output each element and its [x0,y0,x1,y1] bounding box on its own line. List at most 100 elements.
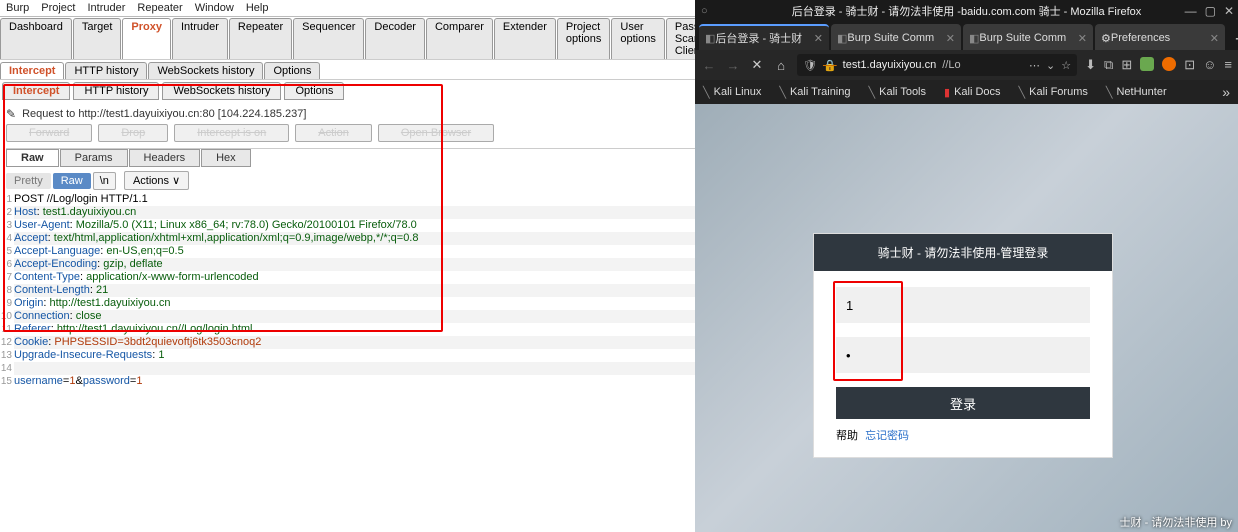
star-icon[interactable]: ☆ [1061,59,1071,72]
fmt-tab-raw[interactable]: Raw [6,149,59,167]
help-row: 帮助 忘记密码 [836,419,1090,447]
username-field[interactable] [836,287,1090,323]
drop-button[interactable]: Drop [98,124,168,142]
main-tab-project-options[interactable]: Project options [557,18,610,59]
page-footer-text: 士财 - 请勿法非使用 by [1120,514,1232,530]
menu-intruder[interactable]: Intruder [88,2,126,14]
bookmark-icon: ╲ [1106,86,1113,99]
hamburger-icon[interactable]: ≡ [1224,57,1232,73]
sidebar-icon[interactable]: ⊞ [1121,57,1132,73]
new-tab-button[interactable]: + [1227,29,1238,50]
close-tab-icon[interactable]: ✕ [1210,32,1219,45]
sub-tab-options[interactable]: Options [264,62,320,79]
browser-tab-0[interactable]: ◧ 后台登录 - 骑士财✕ [699,24,829,50]
main-tab-intruder[interactable]: Intruder [172,18,228,59]
browser-tab-2[interactable]: ◧ Burp Suite Comm✕ [963,24,1093,50]
forgot-password-link[interactable]: 忘记密码 [865,430,909,442]
main-tab-user-options[interactable]: User options [611,18,664,59]
menu-window[interactable]: Window [195,2,234,14]
url-host: test1.dayuixiyou.cn [843,59,937,71]
fmt-tab-params[interactable]: Params [60,149,128,167]
main-tab-decoder[interactable]: Decoder [365,18,425,59]
bookmark-kali-linux[interactable]: ╲Kali Linux [703,86,761,99]
main-tabs: DashboardTargetProxyIntruderRepeaterSequ… [0,16,695,59]
account-icon[interactable]: ☺ [1203,57,1216,73]
firefox-tabs: ◧ 后台登录 - 骑士财✕◧ Burp Suite Comm✕◧ Burp Su… [695,22,1238,50]
pretty-view-button[interactable]: Pretty [6,173,51,189]
actions-dropdown[interactable]: Actions ∨ [124,171,189,190]
main-tab-proxy[interactable]: Proxy [122,18,171,59]
ext-icon-2[interactable]: ⊡ [1184,57,1195,73]
burp-menu-bar: Burp Project Intruder Repeater Window He… [0,0,695,16]
bookmark-nethunter[interactable]: ╲NetHunter [1106,86,1167,99]
menu-project[interactable]: Project [41,2,75,14]
menu-repeater[interactable]: Repeater [137,2,182,14]
window-minimize-icon[interactable]: — [1185,4,1197,18]
browser-tab-3[interactable]: ⚙ Preferences✕ [1095,24,1225,50]
menu-help[interactable]: Help [246,2,269,14]
intercept-tab-http-history[interactable]: HTTP history [73,82,159,100]
nav-back-icon[interactable]: ← [701,58,717,73]
lock-strike-icon: 🔒 [823,59,837,72]
window-maximize-icon[interactable]: ▢ [1205,4,1216,18]
intercept-sub-tabs: InterceptHTTP historyWebSockets historyO… [0,79,695,104]
help-label: 帮助 [836,430,858,442]
download-icon[interactable]: ⬇ [1085,57,1096,73]
url-more-icon[interactable]: ⋯ [1029,59,1040,72]
bookmark-icon: ╲ [779,86,786,99]
proxy-sub-tabs: InterceptHTTP historyWebSockets historyO… [0,59,695,79]
url-path: //Lo [942,59,960,71]
action-button[interactable]: Action [295,124,372,142]
window-close-icon[interactable]: ✕ [1224,4,1234,18]
edit-icon[interactable]: ✎ [6,107,16,121]
password-field[interactable] [836,337,1090,373]
main-tab-extender[interactable]: Extender [494,18,556,59]
url-bar[interactable]: 🛡 🔒 test1.dayuixiyou.cn //Lo ⋯ ⌄ ☆ [797,54,1077,76]
close-tab-icon[interactable]: ✕ [814,32,823,45]
bookmark-kali-tools[interactable]: ╲Kali Tools [869,86,927,99]
sub-tab-http-history[interactable]: HTTP history [65,62,147,79]
ext-icon-1[interactable] [1140,57,1154,71]
open-browser-button[interactable]: Open Browser [378,124,494,142]
main-tab-comparer[interactable]: Comparer [426,18,493,59]
raw-view-button[interactable]: Raw [53,173,91,189]
tab-favicon-icon: ◧ [705,32,715,45]
bookmarks-more-icon[interactable]: » [1222,84,1230,100]
request-editor[interactable]: 123456789101112131415 POST //Log/login H… [0,193,695,388]
bookmark-icon: ╲ [1019,86,1026,99]
intercept-tab-intercept[interactable]: Intercept [2,82,70,100]
intercept-tab-options[interactable]: Options [284,82,344,100]
bookmark-kali-training[interactable]: ╲Kali Training [779,86,850,99]
tab-favicon-icon: ◧ [837,32,847,45]
browser-tab-1[interactable]: ◧ Burp Suite Comm✕ [831,24,961,50]
firefox-bookmarks: ╲Kali Linux ╲Kali Training ╲Kali Tools ▮Kal… [695,80,1238,104]
library-icon[interactable]: ⧉ [1104,57,1113,73]
bookmark-kali-docs[interactable]: ▮Kali Docs [944,86,1001,99]
main-tab-sequencer[interactable]: Sequencer [293,18,364,59]
main-tab-repeater[interactable]: Repeater [229,18,292,59]
sub-tab-intercept[interactable]: Intercept [0,62,64,79]
newline-toggle[interactable]: \n [93,172,116,190]
intercept-tab-websockets-history[interactable]: WebSockets history [162,82,281,100]
firefox-logo-icon: ○ [701,5,708,17]
nav-home-icon[interactable]: ⌂ [773,58,789,73]
bookmark-kali-forums[interactable]: ╲Kali Forums [1019,86,1088,99]
pocket-icon[interactable]: ⌄ [1046,59,1055,72]
shield-icon: 🛡 [803,59,817,72]
main-tab-target[interactable]: Target [73,18,122,59]
main-tab-dashboard[interactable]: Dashboard [0,18,72,59]
close-tab-icon[interactable]: ✕ [946,32,955,45]
login-button[interactable]: 登录 [836,387,1090,419]
intercept-toggle-button[interactable]: Intercept is on [174,124,289,142]
request-target-label: Request to http://test1.dayuixiyou.cn:80… [22,108,306,120]
fmt-tab-headers[interactable]: Headers [129,149,201,167]
fmt-tab-hex[interactable]: Hex [201,149,251,167]
ext-burp-icon[interactable] [1162,57,1176,71]
close-tab-icon[interactable]: ✕ [1078,32,1087,45]
format-tabs: RawParamsHeadersHex [6,148,695,167]
nav-stop-icon[interactable]: ✕ [749,57,765,73]
forward-button[interactable]: Forward [6,124,92,142]
menu-burp[interactable]: Burp [6,2,29,14]
sub-tab-websockets-history[interactable]: WebSockets history [148,62,263,79]
nav-forward-icon[interactable]: → [725,58,741,73]
